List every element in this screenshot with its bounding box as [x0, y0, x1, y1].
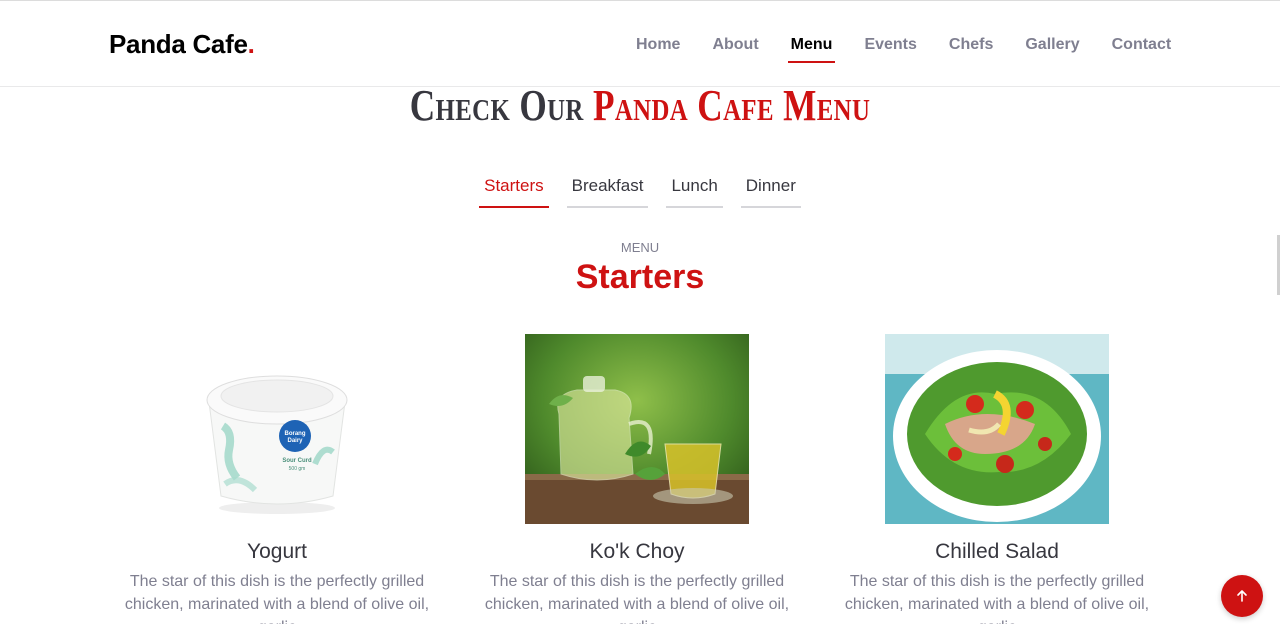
- site-header: Panda Cafe. Home About Menu Events Chefs…: [0, 0, 1280, 87]
- menu-item-name: Ko'k Choy: [589, 540, 685, 563]
- yogurt-cup-illustration: Borang Dairy Sour Curd 500 gm: [165, 334, 389, 524]
- nav-home[interactable]: Home: [636, 35, 680, 55]
- scroll-top-button[interactable]: [1221, 575, 1263, 617]
- yogurt-brand-line1: Borang: [285, 431, 306, 437]
- menu-item-kok-choy: Ko'k Choy The star of this dish is the p…: [467, 334, 807, 624]
- nav-gallery[interactable]: Gallery: [1025, 35, 1079, 55]
- yogurt-brand-line2: Dairy: [287, 438, 303, 444]
- menu-item-yogurt: Borang Dairy Sour Curd 500 gm Yogurt The…: [107, 334, 447, 624]
- yogurt-product-line: Sour Curd: [282, 458, 312, 464]
- menu-tabs: Starters Breakfast Lunch Dinner: [0, 176, 1280, 208]
- menu-item-name: Chilled Salad: [935, 540, 1059, 563]
- kok-choy-image[interactable]: [525, 334, 749, 524]
- nav-chefs[interactable]: Chefs: [949, 35, 993, 55]
- brand-logo[interactable]: Panda Cafe.: [109, 29, 255, 60]
- yogurt-weight-line: 500 gm: [289, 466, 306, 472]
- menu-item-name: Yogurt: [247, 540, 307, 563]
- tea-illustration: [525, 334, 749, 524]
- section-title-accent: Panda Cafe Menu: [592, 81, 871, 130]
- menu-item-chilled-salad: Chilled Salad The star of this dish is t…: [827, 334, 1167, 624]
- nav-about[interactable]: About: [712, 35, 758, 55]
- nav-events[interactable]: Events: [864, 35, 916, 55]
- arrow-up-icon: [1237, 590, 1247, 602]
- main-nav: Home About Menu Events Chefs Gallery Con…: [620, 35, 1187, 63]
- menu-item-description: The star of this dish is the perfectly g…: [484, 573, 790, 624]
- menu-item-description: The star of this dish is the perfectly g…: [124, 573, 430, 624]
- brand-name: Panda Cafe: [109, 29, 248, 59]
- salad-illustration: [885, 334, 1109, 524]
- menu-heading: Starters: [575, 258, 705, 296]
- chilled-salad-image[interactable]: [885, 334, 1109, 524]
- tab-starters[interactable]: Starters: [479, 176, 549, 208]
- brand-dot: .: [247, 29, 255, 59]
- yogurt-image[interactable]: Borang Dairy Sour Curd 500 gm: [165, 334, 389, 524]
- nav-contact[interactable]: Contact: [1112, 35, 1172, 55]
- section-title-prefix: Check Our: [409, 81, 584, 130]
- tab-dinner[interactable]: Dinner: [740, 176, 801, 208]
- section-title: Check Our Panda Cafe Menu: [128, 80, 1152, 131]
- menu-item-description: The star of this dish is the perfectly g…: [844, 573, 1150, 624]
- tab-breakfast[interactable]: Breakfast: [566, 176, 649, 208]
- menu-subtitle: Menu: [620, 240, 660, 255]
- nav-menu[interactable]: Menu: [787, 35, 836, 63]
- tab-lunch[interactable]: Lunch: [666, 176, 723, 208]
